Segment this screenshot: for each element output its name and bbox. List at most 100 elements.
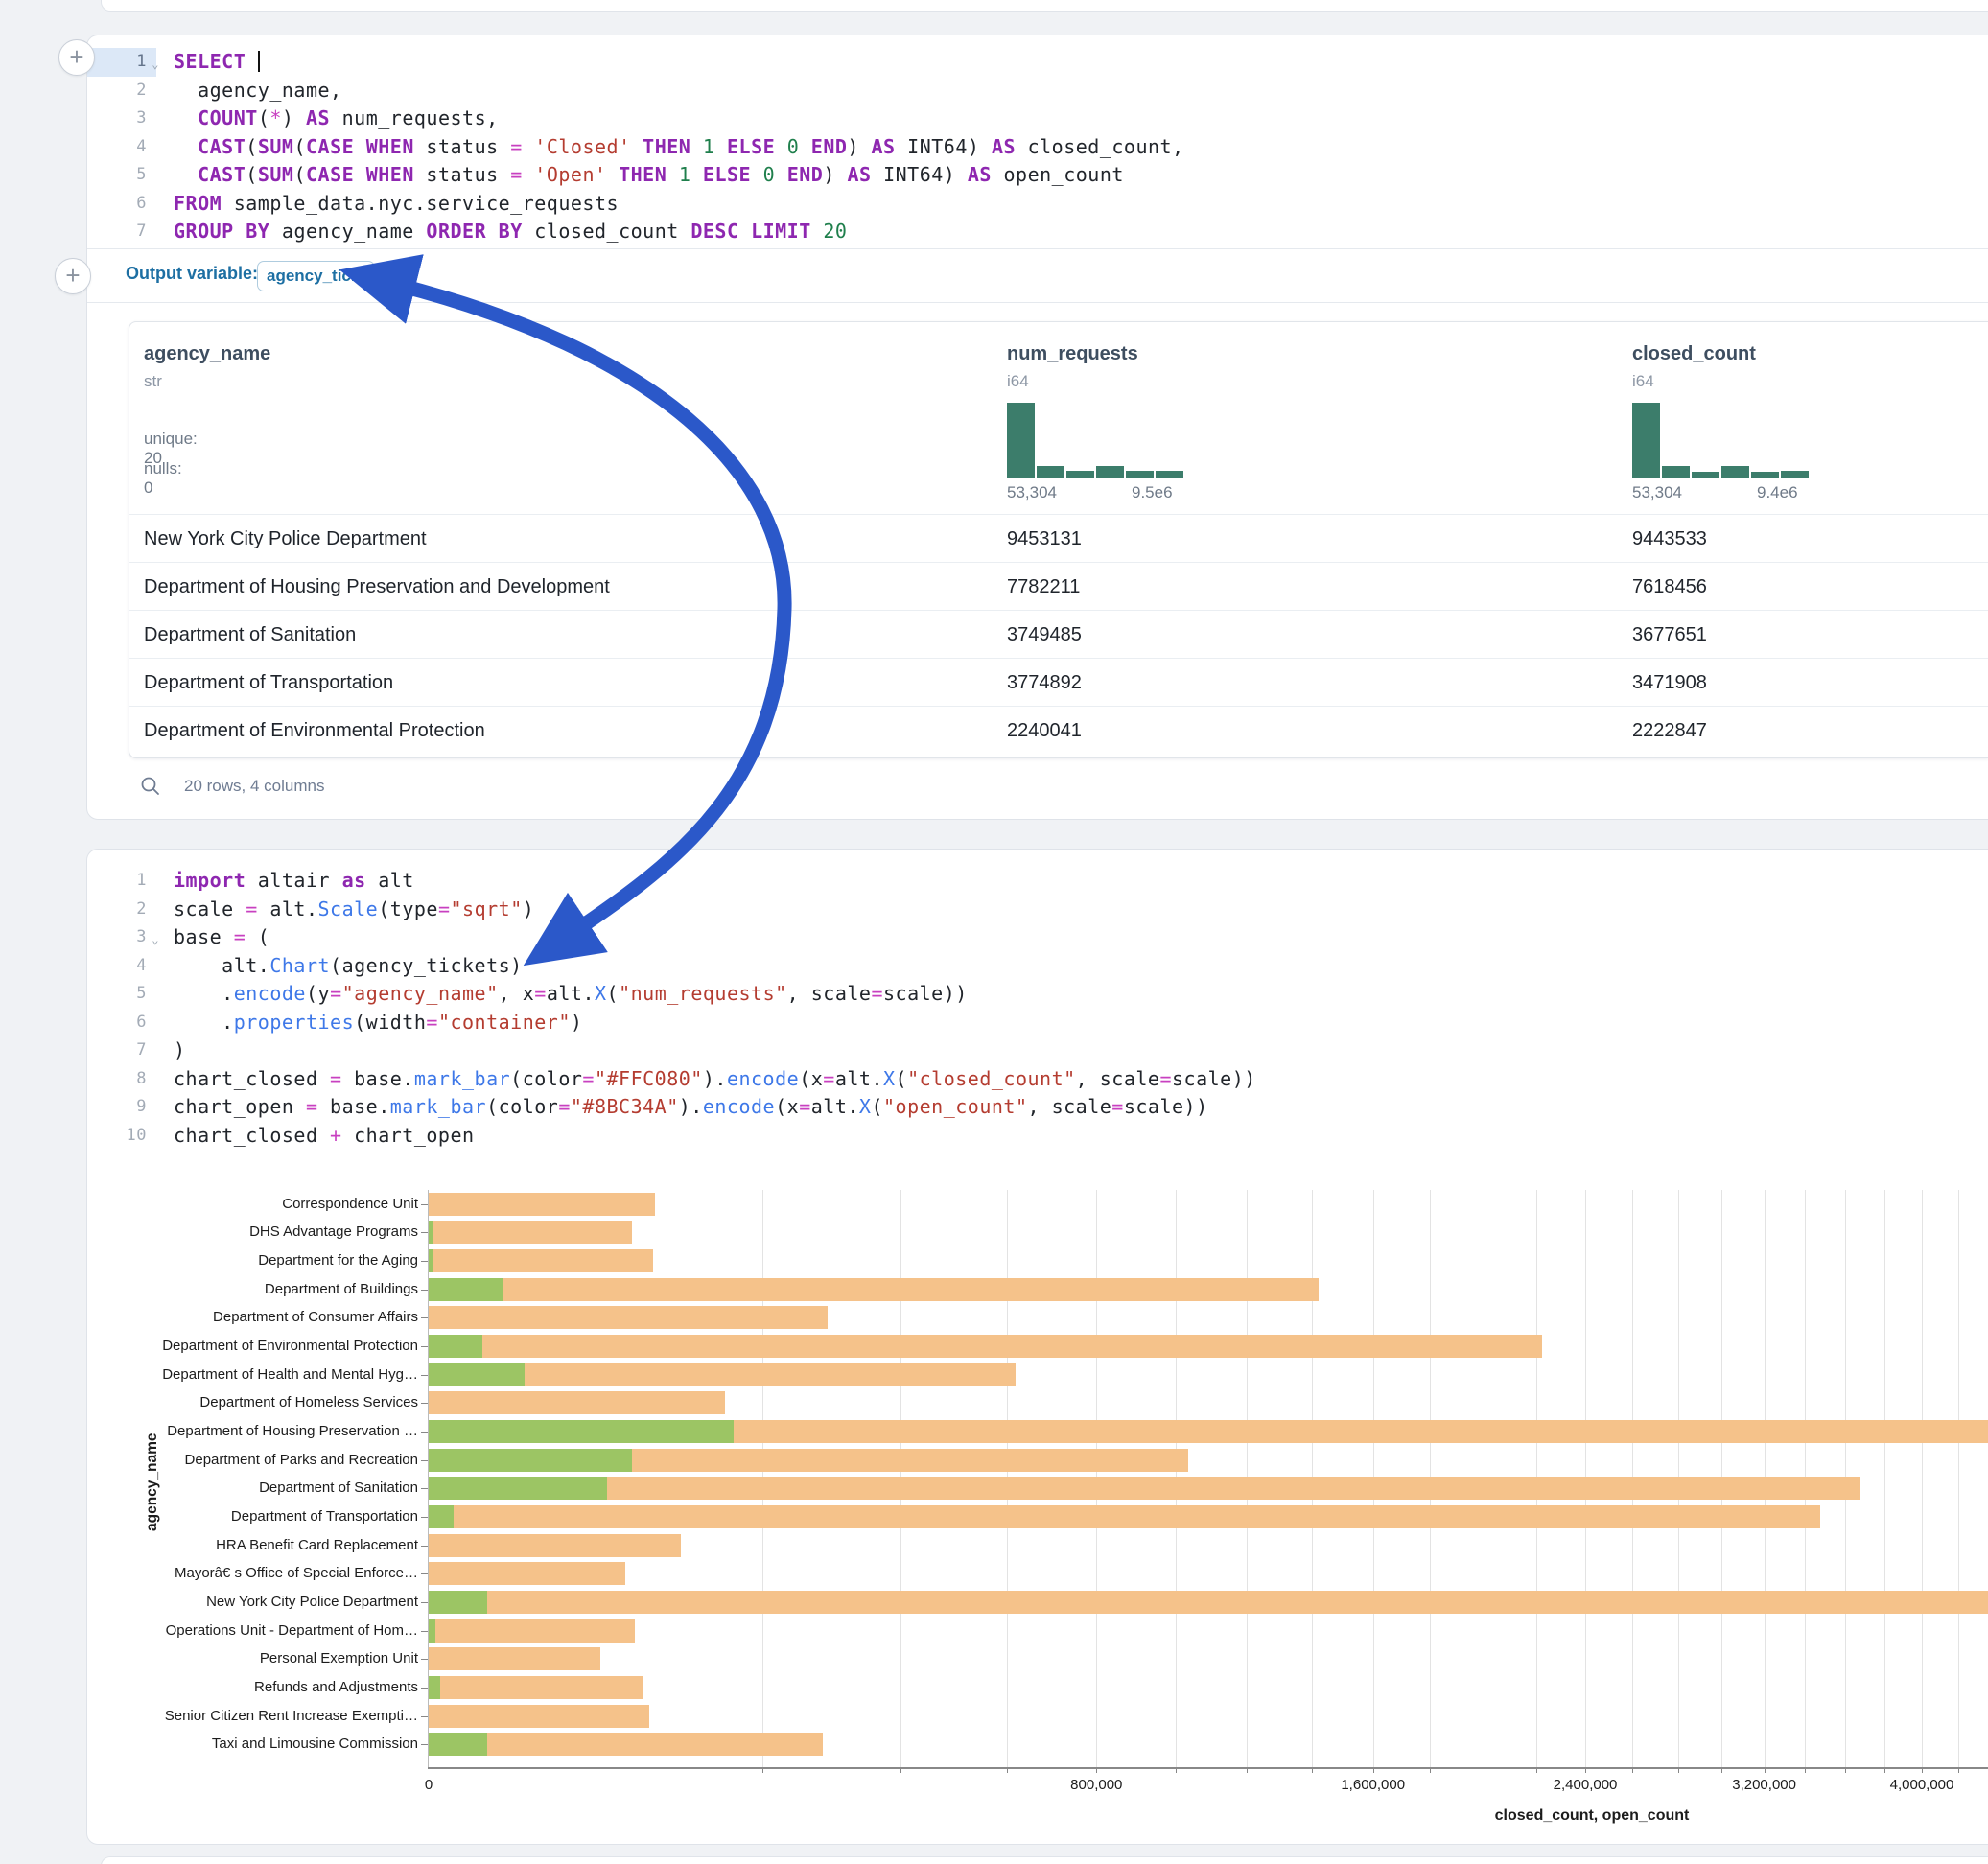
altair-chart: 0800,0001,600,0002,400,0003,200,0004,000… — [0, 1175, 1988, 1846]
output-variable-label: Output variable: — [126, 264, 258, 284]
gridline — [1922, 1190, 1923, 1767]
code-line[interactable]: 7) — [87, 1037, 1988, 1065]
sql-code-editor[interactable]: 1⌄SELECT 2 agency_name,3 COUNT(*) AS num… — [87, 48, 1988, 246]
histogram-max-label: 9.4e6 — [1757, 483, 1798, 502]
code-line[interactable]: 5 CAST(SUM(CASE WHEN status = 'Open' THE… — [87, 161, 1988, 190]
table-row[interactable]: Department of Environmental Protection22… — [129, 706, 1988, 755]
y-axis-category-label: Department of Homeless Services — [130, 1394, 418, 1410]
line-number: 1 — [87, 867, 156, 896]
cell-num-requests: 9453131 — [1007, 515, 1082, 563]
y-axis-tick — [421, 1204, 428, 1205]
code-line[interactable]: 7GROUP BY agency_name ORDER BY closed_co… — [87, 218, 1988, 246]
histogram-min-label: 53,304 — [1632, 483, 1682, 502]
search-icon[interactable] — [140, 776, 161, 797]
y-axis-category-label: Department of Health and Mental Hyg… — [130, 1366, 418, 1383]
x-axis-tick-label: 800,000 — [1039, 1777, 1154, 1793]
cell-num-requests: 7782211 — [1007, 563, 1080, 611]
cell-num-requests: 3774892 — [1007, 659, 1082, 707]
line-number: 6 — [87, 190, 156, 219]
code-line[interactable]: 3⌄base = ( — [87, 923, 1988, 952]
line-number: 9 — [87, 1093, 156, 1122]
code-line[interactable]: 2scale = alt.Scale(type="sqrt") — [87, 896, 1988, 924]
bar-closed-count — [429, 1391, 725, 1414]
code-line[interactable]: 5 .encode(y="agency_name", x=alt.X("num_… — [87, 980, 1988, 1009]
y-axis-category-label: Personal Exemption Unit — [130, 1650, 418, 1666]
y-axis-tick — [421, 1317, 428, 1318]
add-cell-button-top[interactable]: + — [58, 39, 95, 76]
y-axis-tick — [421, 1546, 428, 1547]
y-axis-tick — [421, 1659, 428, 1660]
histogram-bar — [1692, 472, 1719, 478]
x-axis-tick-label: 2,400,000 — [1528, 1777, 1643, 1793]
code-line[interactable]: 9chart_open = base.mark_bar(color="#8BC3… — [87, 1093, 1988, 1122]
y-axis-tick — [421, 1716, 428, 1717]
code-line[interactable]: 4 alt.Chart(agency_tickets) — [87, 952, 1988, 981]
y-axis-category-label: Department of Consumer Affairs — [130, 1309, 418, 1325]
code-line[interactable]: 1⌄SELECT — [87, 48, 1988, 77]
bar-open-count — [429, 1335, 482, 1358]
column-name: closed_count — [1632, 343, 1756, 365]
cell-agency-name: Department of Housing Preservation and D… — [144, 563, 610, 611]
cell-num-requests: 2240041 — [1007, 707, 1082, 755]
code-line[interactable]: 2 agency_name, — [87, 77, 1988, 105]
cell-closed-count: 2222847 — [1632, 707, 1707, 755]
column-type: i64 — [1007, 372, 1029, 391]
y-axis-tick — [421, 1375, 428, 1376]
y-axis-category-label: Department of Transportation — [130, 1508, 418, 1525]
y-axis-category-label: Department of Buildings — [130, 1281, 418, 1297]
x-axis-title: closed_count, open_count — [1400, 1807, 1784, 1825]
code-line[interactable]: 4 CAST(SUM(CASE WHEN status = 'Closed' T… — [87, 133, 1988, 162]
table-row[interactable]: Department of Housing Preservation and D… — [129, 562, 1988, 611]
line-number: 7 — [87, 218, 156, 246]
y-axis-tick — [421, 1631, 428, 1632]
code-line[interactable]: 10chart_closed + chart_open — [87, 1122, 1988, 1151]
y-axis-category-label: DHS Advantage Programs — [130, 1223, 418, 1240]
add-cell-button-middle[interactable]: + — [55, 258, 91, 294]
table-row[interactable]: Department of Sanitation37494853677651 — [129, 610, 1988, 659]
y-axis-tick — [421, 1460, 428, 1461]
histogram-max-label: 9.5e6 — [1132, 483, 1173, 502]
column-name: agency_name — [144, 343, 270, 365]
python-code-editor[interactable]: 1import altair as alt2scale = alt.Scale(… — [87, 867, 1988, 1150]
fold-chevron-icon[interactable]: ⌄ — [152, 926, 159, 955]
bar-closed-count — [429, 1647, 600, 1670]
text-cursor — [258, 51, 260, 72]
line-number: 2 — [87, 77, 156, 105]
line-number: 8 — [87, 1065, 156, 1094]
code-line[interactable]: 6 .properties(width="container") — [87, 1009, 1988, 1037]
x-axis-tick-label: 0 — [371, 1777, 486, 1793]
output-variable-pill[interactable]: agency_tickets — [257, 261, 375, 291]
bar-open-count — [429, 1591, 487, 1614]
bar-closed-count — [429, 1505, 1820, 1528]
bar-open-count — [429, 1676, 440, 1699]
cell-agency-name: Department of Transportation — [144, 659, 393, 707]
table-header: agency_namestrunique: 20nulls: 0num_requ… — [129, 322, 1988, 514]
code-line[interactable]: 3 COUNT(*) AS num_requests, — [87, 105, 1988, 133]
code-line[interactable]: 8chart_closed = base.mark_bar(color="#FF… — [87, 1065, 1988, 1094]
line-number: 6 — [87, 1009, 156, 1037]
code-line[interactable]: 1import altair as alt — [87, 867, 1988, 896]
cell-num-requests: 3749485 — [1007, 611, 1082, 659]
column-stat: nulls: 0 — [144, 459, 182, 498]
histogram-bar — [1721, 466, 1749, 478]
table-row[interactable]: Department of Transportation377489234719… — [129, 658, 1988, 707]
result-table: agency_namestrunique: 20nulls: 0num_requ… — [129, 321, 1988, 758]
histogram-bar — [1007, 403, 1035, 478]
y-axis-title: agency_name — [144, 1433, 161, 1531]
column-histogram — [1007, 403, 1185, 478]
cell-closed-count: 9443533 — [1632, 515, 1707, 563]
line-number: 2 — [87, 896, 156, 924]
line-number: 5 — [87, 161, 156, 190]
histogram-bar — [1096, 466, 1124, 478]
column-name: num_requests — [1007, 343, 1138, 365]
fold-chevron-icon[interactable]: ⌄ — [152, 51, 159, 80]
bar-open-count — [429, 1449, 632, 1472]
cell-agency-name: Department of Sanitation — [144, 611, 356, 659]
table-footer: 20 rows, 4 columns — [140, 770, 324, 803]
bar-closed-count — [429, 1193, 655, 1216]
y-axis-category-label: Operations Unit - Department of Hom… — [130, 1622, 418, 1639]
line-number: 4 — [87, 133, 156, 162]
y-axis-category-label: Department of Parks and Recreation — [130, 1452, 418, 1468]
code-line[interactable]: 6FROM sample_data.nyc.service_requests — [87, 190, 1988, 219]
table-row[interactable]: New York City Police Department945313194… — [129, 514, 1988, 563]
